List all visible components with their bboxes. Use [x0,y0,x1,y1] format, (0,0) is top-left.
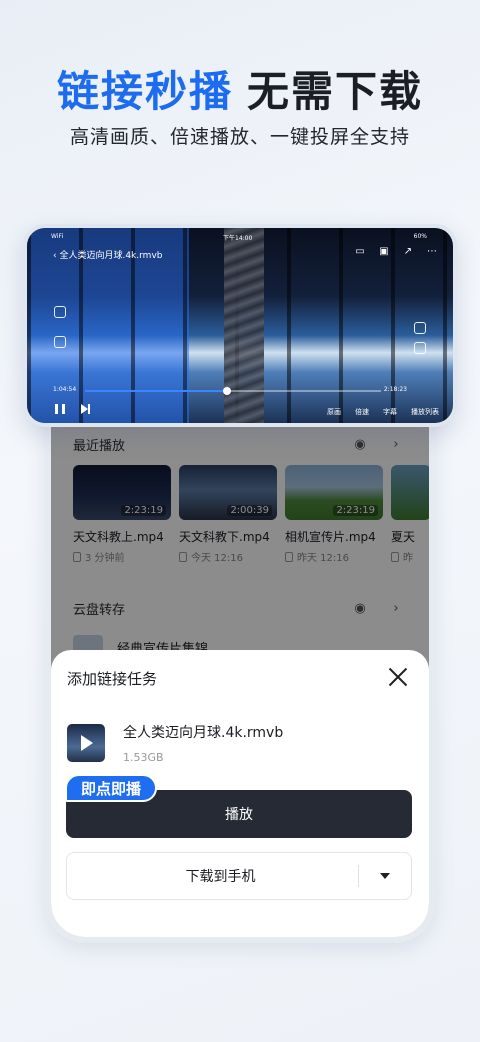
share-icon[interactable]: ↗ [401,246,415,258]
file-info: 全人类迈向月球.4k.rmvb 1.53GB [67,722,283,764]
record-icon[interactable] [54,336,66,348]
next-icon[interactable] [81,404,90,414]
dropdown-caret-icon[interactable] [359,873,411,879]
video-player-frame: WiFi 下午14:00 60% ‹ 全人类迈向月球.4k.rmvb ▭ ▣ ↗… [23,224,457,427]
headline-rest: 无需下载 [247,67,424,116]
phone-frame: 最近播放 ◉ › 2:23:19 天文科教上.mp4 3 分钟前 2:00:39… [45,400,435,943]
file-name: 全人类迈向月球.4k.rmvb [123,725,284,741]
add-link-sheet: 添加链接任务 全人类迈向月球.4k.rmvb 1.53GB 即点即播 播放 下载… [51,650,429,937]
player-title-text: 全人类迈向月球.4k.rmvb [59,251,163,261]
phone-screen: 最近播放 ◉ › 2:23:19 天文科教上.mp4 3 分钟前 2:00:39… [51,400,429,937]
player-title[interactable]: ‹ 全人类迈向月球.4k.rmvb [53,248,162,261]
screenshot-icon[interactable] [414,342,426,354]
lock-icon[interactable] [54,306,66,318]
instant-play-badge: 即点即播 [65,774,158,802]
subheadline: 高清画质、倍速播放、一键投屏全支持 [69,126,410,148]
download-label: 下载到手机 [185,869,256,885]
pip-icon[interactable]: ▣ [377,246,391,258]
elapsed-time: 1:04:54 [53,386,77,393]
close-icon[interactable] [385,664,411,690]
subtitle-button[interactable]: 字幕 [383,407,397,417]
sheet-title: 添加链接任务 [67,670,158,688]
headline: 链接秒播 无需下载 [0,58,480,119]
player-bottom-menu: 原画 倍速 字幕 播放列表 [327,407,439,417]
progress-bar[interactable] [85,387,381,395]
speed-button[interactable]: 倍速 [355,407,369,417]
file-size: 1.53GB [123,751,164,764]
status-time: 下午14:00 [223,235,253,242]
more-icon[interactable]: ⋯ [425,246,439,258]
tv-cast-icon[interactable]: ▭ [353,246,367,258]
playlist-button[interactable]: 播放列表 [411,407,439,417]
headline-highlight: 链接秒播 [56,67,233,116]
video-file-icon [67,724,105,762]
status-battery: 60% [413,233,427,240]
total-time: 2:18:23 [383,386,407,393]
progress-fill [85,390,228,392]
download-icon[interactable] [414,322,426,334]
pause-icon[interactable] [55,404,65,414]
status-wifi: WiFi [51,233,64,240]
quality-button[interactable]: 原画 [327,407,341,417]
video-player[interactable]: WiFi 下午14:00 60% ‹ 全人类迈向月球.4k.rmvb ▭ ▣ ↗… [27,228,453,423]
space-elevator-graphic [224,228,264,423]
player-top-controls: ▭ ▣ ↗ ⋯ [353,246,439,258]
download-to-phone-button[interactable]: 下载到手机 [66,852,412,900]
